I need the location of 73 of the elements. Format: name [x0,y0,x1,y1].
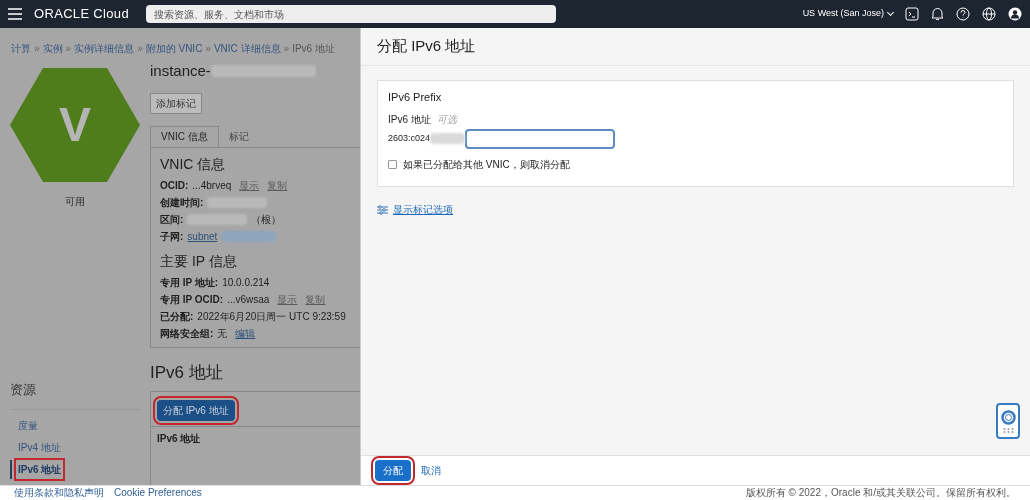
field-label: 区间: [160,212,184,227]
breadcrumb-link[interactable]: 附加的 VNIC [145,40,203,56]
region-selector[interactable]: US West (San Jose) [802,7,893,21]
redacted-block [221,230,277,242]
help-icon[interactable] [956,7,970,21]
field-value: 10.0.0.214 [222,275,270,290]
optional-hint: 可选 [436,112,457,127]
lifebuoy-icon [1000,409,1016,425]
notification-icon[interactable] [931,7,944,21]
section-title: VNIC 信息 [160,154,227,174]
breadcrumb-link[interactable]: 计算 [11,40,31,56]
breadcrumb-separator: » [137,41,143,56]
status-badge: V [10,68,140,182]
resources-title: 资源 [10,379,140,410]
field-label: IPv6 地址 [388,112,431,127]
status-label: 可用 [65,195,85,209]
redacted-block [430,133,466,144]
card-title: IPv6 Prefix [388,90,443,105]
globe-icon[interactable] [982,7,996,21]
footer-link[interactable]: Cookie Preferences [114,488,202,498]
menu-icon[interactable] [8,8,22,20]
nav-link[interactable]: IPv4 地址 [16,438,63,457]
nav-link[interactable]: 度量 [16,416,40,435]
tab[interactable]: 标记 [218,125,259,147]
terminal-icon[interactable] [905,7,919,21]
action-link[interactable]: 显示 [239,177,260,193]
user-icon[interactable] [1008,7,1022,21]
field-value: （根） [251,212,282,227]
breadcrumb-separator: » [65,41,72,56]
field-label: 专用 IP 地址: [160,275,219,290]
copyright-text: 版权所有 © 2022，Oracle 和/或其关联公司。保留所有权利。 [745,488,1016,498]
field-label: 专用 IP OCID: [160,292,224,307]
search-field[interactable]: 搜索资源、服务、文档和市场 [146,5,556,23]
action-link[interactable]: 复制 [305,291,326,307]
add-tag-button[interactable]: 添加标记 [150,92,202,114]
checkbox[interactable] [388,159,397,169]
field-label: 子网: [160,229,184,244]
field-label: OCID: [160,178,189,193]
help-widget[interactable] [996,403,1020,439]
field-value: 2022年6月20日周一 UTC 9:23:59 [197,309,346,324]
breadcrumb-link[interactable]: VNIC 详细信息 [213,40,281,56]
action-link[interactable]: 显示 [277,291,298,307]
tab[interactable]: VNIC 信息 [150,125,219,147]
action-link[interactable]: 复制 [267,177,288,193]
breadcrumb-link[interactable]: 实例 [42,40,63,56]
action-link[interactable]: 编辑 [235,325,256,341]
field-value: ...4brveq [192,178,232,193]
instance-title: instance- [150,60,360,83]
section-title: IPv6 地址 [150,361,224,384]
cancel-link[interactable]: 取消 [421,463,441,478]
dots-grid-icon [1002,427,1014,433]
dialog-title: 分配 IPv6 地址 [361,28,1030,66]
ipv6-input[interactable] [465,128,616,149]
nav-link[interactable]: IPv6 地址 [16,460,64,479]
brand-logo[interactable]: ORACLE Cloud [34,4,134,24]
breadcrumb-link[interactable]: 实例详细信息 [74,40,135,56]
field-value: ...v6wsaa [227,292,270,307]
field-value: 无 [217,326,228,341]
breadcrumb-separator: » [283,41,290,56]
footer-link[interactable]: 使用条款和隐私声明 [14,488,104,498]
show-tags-link[interactable]: 显示标记选项 [393,202,453,217]
breadcrumb-current: IPv6 地址 [292,41,335,56]
sliders-icon [377,204,388,215]
section-title: 主要 IP 信息 [160,251,238,271]
breadcrumb-separator: » [205,41,211,56]
checkbox-label: 如果已分配给其他 VNIC，则取消分配 [403,157,570,172]
field-label: 网络安全组: [160,326,214,341]
subnet-link[interactable]: subnet [187,228,218,244]
column-header: IPv6 地址 [156,432,202,446]
prefix-text: 2603:c024 [388,131,431,145]
breadcrumb-separator: » [34,41,40,56]
field-label: 已分配: [160,309,194,324]
field-label: 创建时间: [160,195,204,210]
